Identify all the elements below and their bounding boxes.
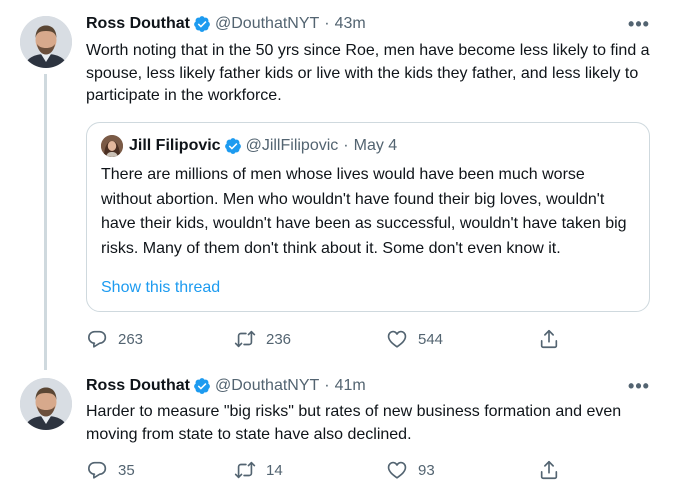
quoted-avatar	[101, 135, 123, 157]
share-button[interactable]	[538, 327, 570, 351]
timestamp[interactable]: 41m	[335, 377, 366, 395]
avatar[interactable]	[20, 378, 72, 430]
retweet-button[interactable]: 14	[234, 458, 283, 482]
tweet-header: Ross Douthat @DouthatNYT · 43m	[86, 13, 366, 35]
verified-badge-icon	[193, 15, 211, 33]
like-count: 93	[418, 461, 435, 479]
reply-count: 263	[118, 330, 144, 348]
quoted-tweet-text: There are millions of men whose lives wo…	[101, 166, 627, 257]
author-handle[interactable]: @DouthatNYT	[215, 377, 319, 395]
thread-connector-line	[44, 74, 47, 370]
author-name[interactable]: Ross Douthat	[86, 377, 190, 395]
avatar[interactable]	[20, 16, 72, 68]
like-count: 544	[418, 330, 444, 348]
reply-icon	[86, 459, 108, 481]
tweet-text: Worth noting that in the 50 yrs since Ro…	[86, 42, 650, 104]
reply-button[interactable]: 263	[86, 327, 143, 351]
tweet-actions: 35 14 93	[86, 458, 566, 482]
tweet-actions: 263 236 544	[86, 327, 566, 351]
quoted-tweet-header: Jill Filipovic @JillFilipovic · May 4	[101, 135, 397, 157]
separator: ·	[324, 377, 330, 394]
verified-badge-icon	[224, 137, 242, 155]
verified-badge-icon	[193, 377, 211, 395]
like-button[interactable]: 544	[386, 327, 443, 351]
reply-count: 35	[118, 461, 135, 479]
retweet-button[interactable]: 236	[234, 327, 291, 351]
retweet-icon	[234, 459, 256, 481]
share-button[interactable]	[538, 458, 570, 482]
quoted-author-name: Jill Filipovic	[129, 137, 221, 154]
reply-icon	[86, 328, 108, 350]
show-thread-link[interactable]: Show this thread	[101, 279, 220, 297]
more-options-icon[interactable]: •••	[628, 14, 650, 34]
like-button[interactable]: 93	[386, 458, 435, 482]
heart-icon	[386, 459, 408, 481]
retweet-icon	[234, 328, 256, 350]
heart-icon	[386, 328, 408, 350]
share-icon	[538, 328, 560, 350]
timestamp[interactable]: 43m	[335, 15, 366, 33]
quoted-author-handle: @JillFilipovic	[245, 137, 339, 154]
reply-button[interactable]: 35	[86, 458, 135, 482]
share-icon	[538, 459, 560, 481]
tweet-2[interactable]: Ross Douthat @DouthatNYT · 41m ••• Harde…	[0, 370, 680, 488]
separator: ·	[324, 15, 330, 32]
tweet-text: Harder to measure "big risks" but rates …	[86, 403, 622, 443]
author-handle[interactable]: @DouthatNYT	[215, 15, 319, 33]
separator: ·	[343, 137, 349, 154]
tweet-1[interactable]: Ross Douthat @DouthatNYT · 43m ••• Worth…	[0, 0, 680, 370]
more-options-icon[interactable]: •••	[628, 376, 650, 396]
quoted-tweet[interactable]: Jill Filipovic @JillFilipovic · May 4 Th…	[86, 122, 650, 312]
tweet-header: Ross Douthat @DouthatNYT · 41m	[86, 375, 366, 397]
retweet-count: 14	[266, 461, 283, 479]
retweet-count: 236	[266, 330, 292, 348]
quoted-timestamp: May 4	[353, 137, 398, 154]
author-name[interactable]: Ross Douthat	[86, 15, 190, 33]
